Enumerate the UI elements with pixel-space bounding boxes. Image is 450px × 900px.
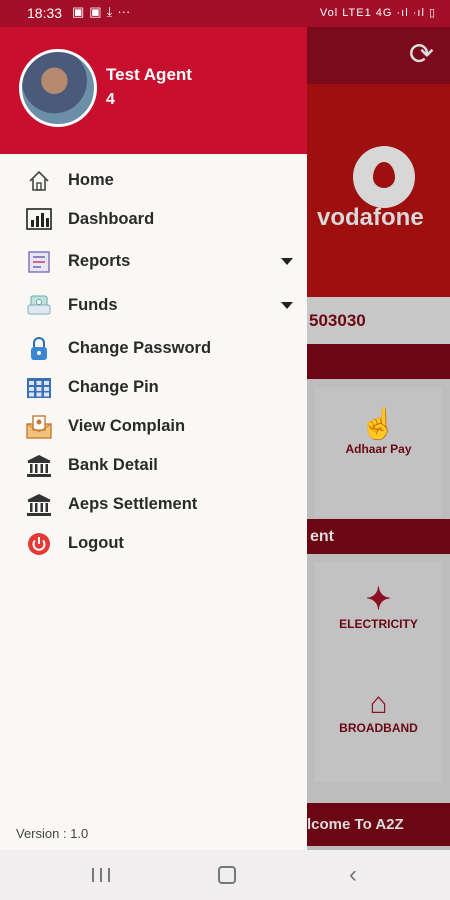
agent-name: Test Agent — [106, 65, 192, 84]
status-bar: 18:33 ▣ ▣ ⤓ ··· Vol LTE1 4G ·ıl ·ıl ▯ — [0, 0, 450, 27]
recents-icon[interactable] — [86, 862, 116, 888]
fingerprint-icon: ☝ — [359, 408, 398, 441]
bulb-icon: ✦ — [365, 583, 392, 616]
home-button-icon[interactable] — [212, 862, 242, 888]
report-icon — [25, 248, 53, 276]
lock-icon — [25, 335, 53, 363]
brand-text: vodafone — [317, 204, 424, 231]
keypad-icon — [25, 374, 53, 402]
menu-item-change-pin[interactable]: Change Pin — [0, 368, 307, 407]
card-label: Adhaar Pay — [345, 442, 412, 456]
operator-banner: vodafone — [307, 84, 450, 297]
status-time: 18:33 — [27, 5, 63, 21]
menu-label: View Complain — [68, 417, 186, 435]
menu-label: Dashboard — [68, 210, 155, 228]
adhaar-pay-card[interactable]: ☝ Adhaar Pay — [315, 387, 442, 517]
menu-item-view-complain[interactable]: View Complain — [0, 407, 307, 446]
menu-label: Reports — [68, 252, 131, 270]
electricity-card[interactable]: ✦ ELECTRICITY — [315, 562, 442, 677]
download-icon: ⤓ — [106, 4, 113, 19]
menu-label: Home — [68, 171, 114, 189]
menu-label: Change Pin — [68, 378, 159, 396]
vodafone-logo-icon — [353, 146, 415, 208]
system-nav-bar: ‹ — [0, 850, 450, 900]
menu-label: Funds — [68, 296, 118, 314]
menu-item-change-password[interactable]: Change Password — [0, 329, 307, 368]
menu-label: Aeps Settlement — [68, 495, 198, 513]
menu-item-reports[interactable]: Reports — [0, 242, 307, 281]
card-label: BROADBAND — [339, 721, 418, 735]
broadband-card[interactable]: ⌂ BROADBAND — [315, 667, 442, 782]
menu-item-logout[interactable]: Logout — [0, 524, 307, 563]
more-icon: ··· — [117, 4, 131, 19]
avatar[interactable] — [19, 49, 97, 127]
drawer-header: Test Agent 4 — [0, 27, 307, 154]
notification-icons: ▣ ▣ ⤓ ··· — [72, 4, 130, 20]
power-icon — [25, 530, 53, 558]
home-icon — [25, 167, 53, 195]
complaint-icon — [25, 413, 53, 441]
router-icon: ⌂ — [369, 687, 388, 720]
image-icon: ▣ — [89, 4, 102, 19]
welcome-banner: lcome To A2Z — [307, 803, 450, 846]
chevron-down-icon[interactable] — [281, 302, 293, 309]
bar-chart-icon — [25, 206, 53, 234]
app-version: Version : 1.0 — [16, 826, 89, 841]
menu-item-dashboard[interactable]: Dashboard — [0, 200, 307, 239]
image-icon: ▣ — [72, 4, 85, 19]
menu-item-home[interactable]: Home — [0, 161, 307, 200]
section-header: ent — [307, 519, 450, 554]
section-header — [307, 344, 450, 379]
menu-label: Bank Detail — [68, 456, 158, 474]
refresh-icon[interactable]: ⟳ — [409, 37, 434, 72]
network-status: Vol LTE1 4G ·ıl ·ıl ▯ — [319, 7, 436, 19]
navigation-drawer: Test Agent 4 Home Dashboard Reports Fund… — [0, 27, 307, 850]
app-toolbar: ⟳ — [307, 27, 450, 84]
funds-icon — [25, 292, 53, 320]
menu-item-aeps-settlement[interactable]: Aeps Settlement — [0, 485, 307, 524]
background-app: ⟳ vodafone 503030 ☝ Adhaar Pay ent ✦ ELE… — [307, 27, 450, 850]
back-icon[interactable]: ‹ — [338, 861, 368, 888]
account-number: 503030 — [307, 297, 450, 344]
menu-item-funds[interactable]: Funds — [0, 286, 307, 325]
bank-icon — [25, 452, 53, 480]
bank-icon — [25, 491, 53, 519]
menu-item-bank-detail[interactable]: Bank Detail — [0, 446, 307, 485]
menu-label: Change Password — [68, 339, 212, 357]
agent-id: 4 — [106, 91, 115, 108]
chevron-down-icon[interactable] — [281, 258, 293, 265]
card-label: ELECTRICITY — [339, 617, 418, 631]
menu-label: Logout — [68, 534, 124, 552]
